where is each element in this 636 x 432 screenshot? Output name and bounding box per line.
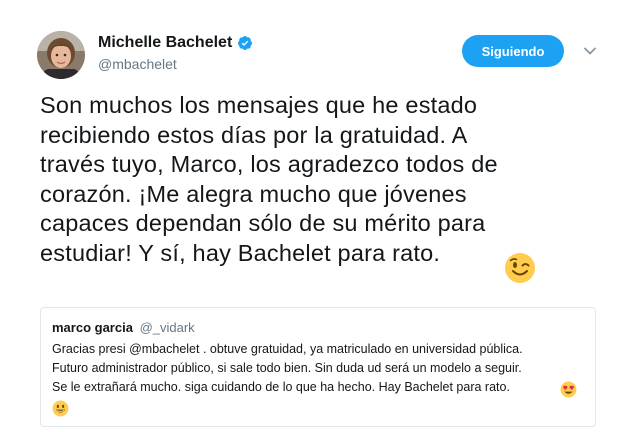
quoted-author-name: marco garcia xyxy=(52,320,133,335)
tweet-text: Son muchos los mensajes que he estado re… xyxy=(40,92,498,266)
author-block[interactable]: Michelle Bachelet @mbachelet xyxy=(98,33,253,72)
author-name-row: Michelle Bachelet xyxy=(98,33,253,53)
heart-eyes-emoji xyxy=(560,381,577,398)
tweet-card: Michelle Bachelet @mbachelet Siguiendo S… xyxy=(0,0,636,432)
grinning-face-emoji xyxy=(52,400,69,417)
quoted-tweet-header: marco garcia @_vidark xyxy=(52,320,195,335)
author-avatar[interactable] xyxy=(37,31,85,79)
quoted-tweet[interactable]: marco garcia @_vidark Gracias presi @mba… xyxy=(40,307,596,427)
verified-badge-icon xyxy=(238,36,253,50)
quoted-author-handle: @_vidark xyxy=(139,320,195,335)
avatar-image xyxy=(37,31,85,79)
quoted-tweet-text: Gracias presi @mbachelet . obtuve gratui… xyxy=(52,342,523,394)
author-display-name[interactable]: Michelle Bachelet xyxy=(98,34,232,52)
winking-face-emoji xyxy=(505,253,535,283)
following-button[interactable]: Siguiendo xyxy=(462,35,564,67)
author-handle[interactable]: @mbachelet xyxy=(98,56,253,72)
chevron-down-icon[interactable] xyxy=(582,44,598,58)
